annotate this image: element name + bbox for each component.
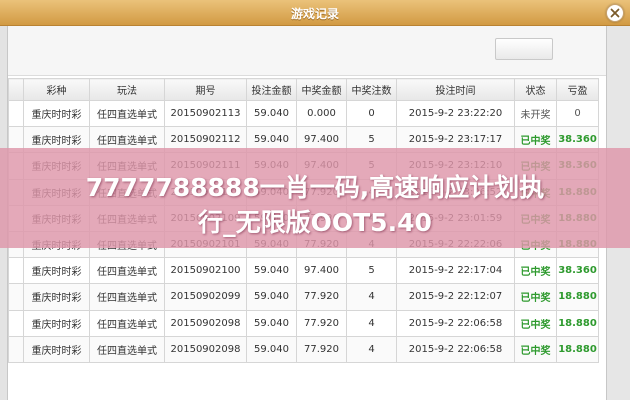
row-edge-cell bbox=[8, 99, 24, 128]
close-button[interactable] bbox=[606, 4, 624, 22]
table-cell: 2015-9-2 22:12:07 bbox=[396, 283, 515, 311]
toolbar-button[interactable] bbox=[495, 38, 553, 60]
table-cell: 77.920 bbox=[296, 283, 347, 311]
table-cell: 重庆时时彩 bbox=[23, 283, 90, 311]
table-cell: 任四直选单式 bbox=[89, 257, 165, 285]
table-cell: 59.040 bbox=[246, 99, 297, 128]
table-header-cell bbox=[8, 78, 24, 101]
table-cell: 59.040 bbox=[246, 309, 297, 337]
table-cell: 重庆时时彩 bbox=[23, 309, 90, 337]
table-cell: 已中奖 bbox=[514, 257, 557, 285]
table-cell: 0.000 bbox=[296, 99, 347, 128]
table-header-cell[interactable]: 玩法 bbox=[89, 78, 165, 101]
table-cell: 已中奖 bbox=[514, 283, 557, 311]
table-row[interactable]: 重庆时时彩 任四直选单式 20150902099 59.040 77.920 4 2015-… bbox=[8, 283, 599, 311]
table-header-cell[interactable]: 投注金额 bbox=[246, 78, 297, 101]
table-cell: 已中奖 bbox=[514, 309, 557, 337]
table-cell: 5 bbox=[346, 257, 397, 285]
table-cell: 2015-9-2 22:06:58 bbox=[396, 335, 515, 363]
table-cell: 任四直选单式 bbox=[89, 335, 165, 363]
table-cell: 18.880 bbox=[556, 335, 599, 363]
table-cell: 2015-9-2 23:22:20 bbox=[396, 99, 515, 128]
table-cell: 38.360 bbox=[556, 257, 599, 285]
overlay-text-line-1: 7777788888一肖一码,高速响应计划执 bbox=[85, 173, 545, 202]
table-header-cell[interactable]: 期号 bbox=[164, 78, 247, 101]
table-row[interactable]: 重庆时时彩 任四直选单式 20150902098 59.040 77.920 4 2015-… bbox=[8, 335, 599, 363]
table-cell: 任四直选单式 bbox=[89, 99, 165, 128]
table-cell: 任四直选单式 bbox=[89, 283, 165, 311]
table-cell: 97.400 bbox=[296, 257, 347, 285]
table-cell: 4 bbox=[346, 309, 397, 337]
table-cell: 未开奖 bbox=[514, 99, 557, 128]
window-titlebar: 游戏记录 bbox=[0, 0, 630, 26]
table-header-cell[interactable]: 中奖注数 bbox=[346, 78, 397, 101]
table-cell: 59.040 bbox=[246, 335, 297, 363]
table-header-cell[interactable]: 亏盈 bbox=[556, 78, 599, 101]
row-edge-cell bbox=[8, 257, 24, 285]
filter-toolbar bbox=[8, 26, 606, 76]
table-cell: 18.880 bbox=[556, 283, 599, 311]
table-header-cell[interactable]: 状态 bbox=[514, 78, 557, 101]
table-header-cell[interactable]: 中奖金额 bbox=[296, 78, 347, 101]
table-cell: 0 bbox=[556, 99, 599, 128]
row-edge-cell bbox=[8, 335, 24, 363]
table-cell: 18.880 bbox=[556, 309, 599, 337]
table-cell: 已中奖 bbox=[514, 335, 557, 363]
promo-overlay-banner: 7777788888一肖一码,高速响应计划执 行_无限版OOT5.40 bbox=[0, 148, 630, 248]
table-cell: 重庆时时彩 bbox=[23, 99, 90, 128]
table-cell: 20150902113 bbox=[164, 99, 247, 128]
row-edge-cell bbox=[8, 283, 24, 311]
table-cell: 任四直选单式 bbox=[89, 309, 165, 337]
table-cell: 重庆时时彩 bbox=[23, 257, 90, 285]
table-cell: 59.040 bbox=[246, 257, 297, 285]
table-cell: 20150902100 bbox=[164, 257, 247, 285]
table-cell: 0 bbox=[346, 99, 397, 128]
table-cell: 4 bbox=[346, 335, 397, 363]
table-cell: 2015-9-2 22:06:58 bbox=[396, 309, 515, 337]
table-cell: 20150902098 bbox=[164, 309, 247, 337]
table-row[interactable]: 重庆时时彩 任四直选单式 20150902100 59.040 97.400 5 2015-… bbox=[8, 257, 599, 285]
overlay-text-line-2: 行_无限版OOT5.40 bbox=[198, 208, 432, 237]
table-header-row: 彩种 玩法 期号 投注金额 中奖金额 中奖注数 投注时间 状态 亏盈 bbox=[8, 78, 599, 101]
table-header-cell[interactable]: 彩种 bbox=[23, 78, 90, 101]
table-header-cell[interactable]: 投注时间 bbox=[396, 78, 515, 101]
table-row[interactable]: 重庆时时彩 任四直选单式 20150902098 59.040 77.920 4 2015-… bbox=[8, 309, 599, 337]
table-cell: 2015-9-2 22:17:04 bbox=[396, 257, 515, 285]
table-cell: 77.920 bbox=[296, 335, 347, 363]
table-cell: 4 bbox=[346, 283, 397, 311]
table-cell: 20150902099 bbox=[164, 283, 247, 311]
window-title: 游戏记录 bbox=[290, 7, 339, 21]
table-cell: 20150902098 bbox=[164, 335, 247, 363]
row-edge-cell bbox=[8, 309, 24, 337]
table-cell: 59.040 bbox=[246, 283, 297, 311]
table-cell: 重庆时时彩 bbox=[23, 335, 90, 363]
close-icon bbox=[610, 8, 620, 18]
table-cell: 77.920 bbox=[296, 309, 347, 337]
table-row[interactable]: 重庆时时彩 任四直选单式 20150902113 59.040 0.000 0 2015-9… bbox=[8, 99, 599, 128]
